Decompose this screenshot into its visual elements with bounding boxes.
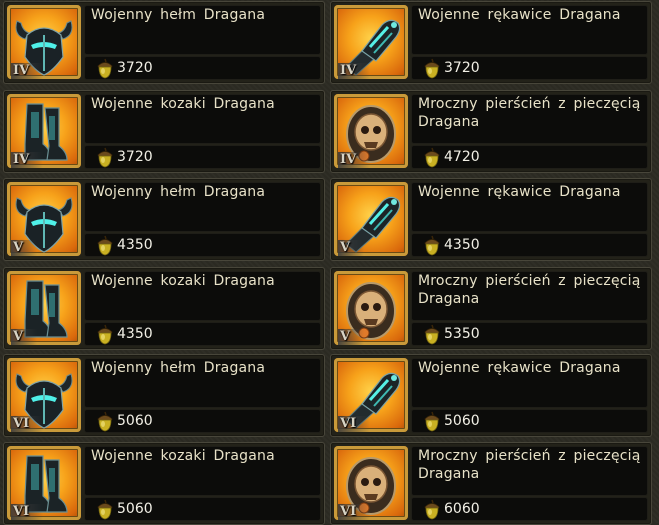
- tier-label: VI: [338, 416, 371, 432]
- acorn-icon: [97, 147, 113, 168]
- acorn-icon: [424, 499, 440, 520]
- item-name: Mroczny pierścień z pieczęcią Dragana: [418, 448, 641, 482]
- tier-label: V: [11, 240, 38, 256]
- shop-item-card[interactable]: VI Wojenne rękawice Dragana 5060: [330, 354, 652, 437]
- acorn-icon: [424, 235, 440, 256]
- item-price: 4350: [117, 326, 153, 342]
- shop-item-card[interactable]: IV Mroczny pierścień z pieczęcią Dragana…: [330, 90, 652, 173]
- shop-item-card[interactable]: VI Wojenne kozaki Dragana 5060: [3, 442, 325, 525]
- gauntlet-icon[interactable]: V: [334, 182, 408, 256]
- helmet-icon[interactable]: V: [7, 182, 81, 256]
- tier-label: V: [11, 329, 38, 345]
- shop-item-card[interactable]: IV Wojenne kozaki Dragana 3720: [3, 90, 325, 173]
- tier-label: IV: [338, 63, 371, 79]
- shop-item-card[interactable]: V Mroczny pierścień z pieczęcią Dragana …: [330, 267, 652, 350]
- item-price: 4350: [444, 237, 480, 253]
- acorn-icon: [424, 324, 440, 345]
- item-price: 5350: [444, 326, 480, 342]
- tier-label: IV: [11, 63, 44, 79]
- tier-label: VI: [11, 416, 44, 432]
- item-price: 5060: [444, 413, 480, 429]
- acorn-icon: [424, 147, 440, 168]
- tier-label: V: [338, 329, 365, 345]
- acorn-icon: [97, 411, 113, 432]
- acorn-icon: [97, 235, 113, 256]
- shop-item-card[interactable]: VI Wojenny hełm Dragana 5060: [3, 354, 325, 437]
- skull-ring-icon[interactable]: IV: [334, 94, 408, 168]
- item-price: 4720: [444, 149, 480, 165]
- item-price: 3720: [117, 149, 153, 165]
- acorn-icon: [97, 499, 113, 520]
- boots-icon[interactable]: V: [7, 271, 81, 345]
- acorn-icon: [97, 324, 113, 345]
- shop-item-card[interactable]: IV Wojenny hełm Dragana 3720: [3, 1, 325, 84]
- helmet-icon[interactable]: VI: [7, 358, 81, 432]
- tier-label: IV: [338, 152, 371, 168]
- boots-icon[interactable]: VI: [7, 446, 81, 520]
- shop-item-card[interactable]: V Wojenne rękawice Dragana 4350: [330, 178, 652, 261]
- tier-label: VI: [11, 504, 44, 520]
- acorn-icon: [424, 411, 440, 432]
- shop-item-card[interactable]: V Wojenne kozaki Dragana 4350: [3, 267, 325, 350]
- item-name: Wojenne kozaki Dragana: [91, 448, 275, 464]
- item-name: Mroczny pierścień z pieczęcią Dragana: [418, 273, 641, 307]
- item-price: 5060: [117, 501, 153, 517]
- shop-item-card[interactable]: V Wojenny hełm Dragana 4350: [3, 178, 325, 261]
- item-price: 3720: [117, 60, 153, 76]
- acorn-icon: [97, 58, 113, 79]
- gauntlet-icon[interactable]: VI: [334, 358, 408, 432]
- item-name: Wojenny hełm Dragana: [91, 360, 266, 376]
- item-name: Mroczny pierścień z pieczęcią Dragana: [418, 96, 641, 130]
- item-name: Wojenny hełm Dragana: [91, 7, 266, 23]
- item-price: 5060: [117, 413, 153, 429]
- item-name: Wojenny hełm Dragana: [91, 184, 266, 200]
- tier-label: VI: [338, 504, 371, 520]
- tier-label: V: [338, 240, 365, 256]
- item-name: Wojenne kozaki Dragana: [91, 273, 275, 289]
- gauntlet-icon[interactable]: IV: [334, 5, 408, 79]
- item-name: Wojenne kozaki Dragana: [91, 96, 275, 112]
- acorn-icon: [424, 58, 440, 79]
- tier-label: IV: [11, 152, 44, 168]
- item-name: Wojenne rękawice Dragana: [418, 7, 621, 23]
- item-price: 6060: [444, 501, 480, 517]
- skull-ring-icon[interactable]: V: [334, 271, 408, 345]
- item-price: 3720: [444, 60, 480, 76]
- skull-ring-icon[interactable]: VI: [334, 446, 408, 520]
- helmet-icon[interactable]: IV: [7, 5, 81, 79]
- item-price: 4350: [117, 237, 153, 253]
- boots-icon[interactable]: IV: [7, 94, 81, 168]
- shop-item-card[interactable]: IV Wojenne rękawice Dragana 3720: [330, 1, 652, 84]
- item-name: Wojenne rękawice Dragana: [418, 184, 621, 200]
- shop-item-card[interactable]: VI Mroczny pierścień z pieczęcią Dragana…: [330, 442, 652, 525]
- item-name: Wojenne rękawice Dragana: [418, 360, 621, 376]
